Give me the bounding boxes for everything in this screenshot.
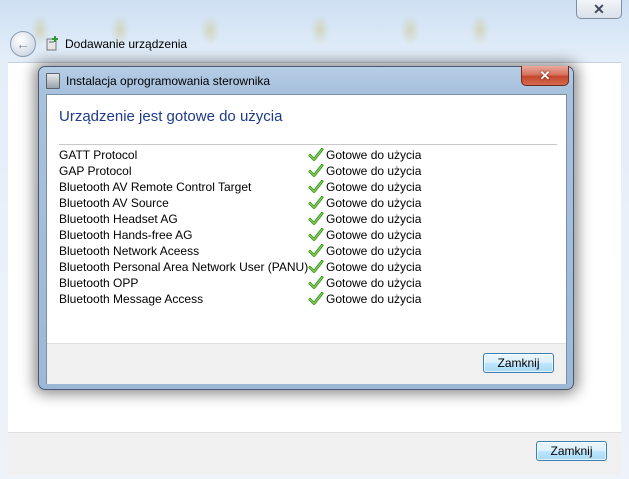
blurred-background-icons [30, 0, 500, 62]
driver-status-label: Gotowe do użycia [326, 164, 422, 178]
driver-status: Gotowe do użycia [308, 275, 421, 291]
green-check-icon [308, 180, 324, 193]
driver-list-item: Bluetooth AV Remote Control Target Gotow… [59, 179, 557, 195]
driver-status: Gotowe do użycia [308, 211, 421, 227]
driver-list-item: Bluetooth OPP Gotowe do użycia [59, 275, 557, 291]
add-device-icon [46, 36, 58, 51]
driver-install-dialog: Instalacja oprogramowania sterownika ✕ U… [38, 66, 574, 390]
dialog-close-action-button[interactable]: Zamknij [483, 353, 554, 373]
close-icon: ✕ [539, 67, 551, 83]
green-check-icon [308, 212, 324, 225]
green-check-icon [308, 148, 324, 161]
driver-list-item: GAP Protocol Gotowe do użycia [59, 163, 557, 179]
window-close-button[interactable]: ✕ [576, 0, 622, 19]
driver-list-item: Bluetooth Network Aceess Gotowe do użyci… [59, 243, 557, 259]
driver-install-icon [46, 73, 60, 89]
driver-name: GATT Protocol [59, 148, 138, 162]
driver-name: Bluetooth OPP [59, 276, 139, 290]
driver-status: Gotowe do użycia [308, 227, 421, 243]
driver-list-item: GATT Protocol Gotowe do użycia [59, 147, 557, 163]
dialog-close-button[interactable]: ✕ [521, 66, 569, 86]
window-title: Dodawanie urządzenia [65, 37, 188, 51]
driver-status: Gotowe do użycia [308, 243, 421, 259]
driver-name: Bluetooth Network Aceess [59, 244, 200, 258]
driver-status-label: Gotowe do użycia [326, 196, 422, 210]
dialog-footer: Zamknij [47, 343, 566, 384]
driver-list-item: Bluetooth AV Source Gotowe do użycia [59, 195, 557, 211]
back-button[interactable]: ← [10, 31, 36, 57]
driver-status-label: Gotowe do użycia [326, 276, 422, 290]
driver-name: Bluetooth AV Source [59, 196, 169, 210]
dialog-title: Instalacja oprogramowania sterownika [66, 74, 271, 88]
green-check-icon [308, 164, 324, 177]
wizard-footer [8, 432, 621, 475]
driver-name: Bluetooth Personal Area Network User (PA… [59, 260, 309, 274]
green-check-icon [308, 260, 324, 273]
driver-status-label: Gotowe do użycia [326, 292, 422, 306]
driver-status-label: Gotowe do użycia [326, 228, 422, 242]
heading-divider [59, 144, 557, 145]
wizard-close-button[interactable]: Zamknij [536, 441, 607, 461]
green-check-icon [308, 196, 324, 209]
driver-list: GATT Protocol Gotowe do użycia GAP Proto… [59, 147, 557, 307]
green-check-icon [308, 292, 324, 305]
driver-status-label: Gotowe do użycia [326, 260, 422, 274]
driver-status: Gotowe do użycia [308, 259, 421, 275]
driver-name: Bluetooth AV Remote Control Target [59, 180, 252, 194]
driver-name: Bluetooth Headset AG [59, 212, 178, 226]
driver-status: Gotowe do użycia [308, 147, 421, 163]
driver-status: Gotowe do użycia [308, 163, 421, 179]
driver-list-item: Bluetooth Message Access Gotowe do użyci… [59, 291, 557, 307]
green-check-icon [308, 244, 324, 257]
driver-list-item: Bluetooth Headset AG Gotowe do użycia [59, 211, 557, 227]
driver-name: Bluetooth Hands-free AG [59, 228, 193, 242]
back-arrow-icon: ← [16, 36, 30, 52]
driver-list-item: Bluetooth Personal Area Network User (PA… [59, 259, 557, 275]
driver-status-label: Gotowe do użycia [326, 244, 422, 258]
dialog-body: Urządzenie jest gotowe do użycia GATT Pr… [46, 94, 567, 384]
driver-status: Gotowe do użycia [308, 195, 421, 211]
close-icon: ✕ [593, 0, 605, 17]
green-check-icon [308, 228, 324, 241]
driver-status: Gotowe do użycia [308, 291, 421, 307]
dialog-heading: Urządzenie jest gotowe do użycia [59, 108, 283, 125]
driver-name: Bluetooth Message Access [59, 292, 204, 306]
driver-status-label: Gotowe do użycia [326, 212, 422, 226]
driver-status: Gotowe do użycia [308, 179, 421, 195]
driver-status-label: Gotowe do użycia [326, 148, 422, 162]
driver-name: GAP Protocol [59, 164, 132, 178]
driver-list-item: Bluetooth Hands-free AG Gotowe do użycia [59, 227, 557, 243]
driver-status-label: Gotowe do użycia [326, 180, 422, 194]
green-check-icon [308, 276, 324, 289]
